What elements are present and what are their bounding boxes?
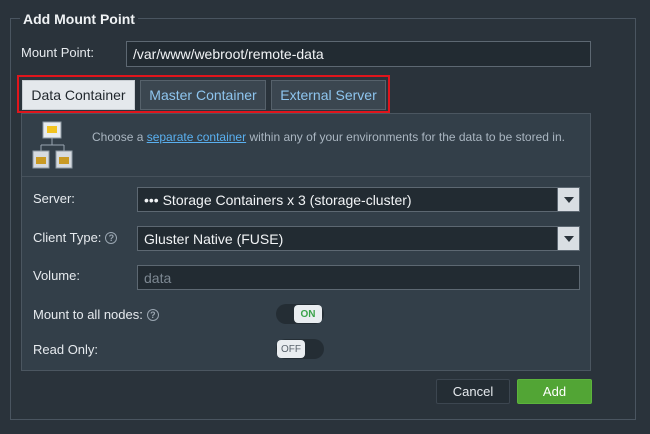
volume-input[interactable]: data (137, 265, 580, 290)
read-only-label: Read Only: (33, 342, 99, 357)
cancel-button[interactable]: Cancel (436, 379, 510, 404)
help-icon[interactable]: ? (146, 309, 159, 321)
server-value: ••• Storage Containers x 3 (storage-clus… (144, 191, 412, 208)
cancel-button-label: Cancel (452, 384, 494, 399)
server-label: Server: (33, 191, 75, 206)
mount-all-label: Mount to all nodes:? (33, 307, 159, 322)
client-type-value: Gluster Native (FUSE) (144, 230, 284, 247)
info-text: Choose a separate container within any o… (92, 129, 572, 146)
client-type-label-text: Client Type: (33, 230, 102, 245)
read-only-toggle[interactable]: OFF (276, 339, 324, 359)
client-type-dropdown-arrow[interactable] (557, 227, 579, 250)
help-icon[interactable]: ? (105, 232, 118, 244)
mount-all-toggle[interactable]: ON (276, 304, 324, 324)
mount-point-input[interactable]: /var/www/webroot/remote-data (126, 41, 591, 67)
server-select[interactable]: ••• Storage Containers x 3 (storage-clus… (137, 187, 580, 212)
client-type-select[interactable]: Gluster Native (FUSE) (137, 226, 580, 251)
tab-data-container[interactable]: Data Container (22, 80, 135, 110)
info-text-before: Choose a (92, 130, 147, 144)
read-only-toggle-state: OFF (277, 340, 305, 358)
mount-all-label-text: Mount to all nodes: (33, 307, 143, 322)
add-button[interactable]: Add (517, 379, 592, 404)
server-dropdown-arrow[interactable] (557, 188, 579, 211)
chevron-down-icon (563, 196, 574, 203)
volume-label: Volume: (33, 268, 80, 283)
mount-all-toggle-state: ON (294, 305, 322, 323)
tab-data-container-label: Data Container (31, 87, 126, 103)
tab-external-server[interactable]: External Server (271, 80, 386, 110)
info-text-after: within any of your environments for the … (246, 130, 565, 144)
tab-master-container-label: Master Container (149, 87, 257, 103)
tab-external-server-label: External Server (280, 87, 377, 103)
separate-container-link[interactable]: separate container (147, 130, 246, 144)
dialog-title: Add Mount Point (20, 10, 138, 28)
tab-master-container[interactable]: Master Container (140, 80, 266, 110)
mount-point-value: /var/www/webroot/remote-data (133, 46, 324, 62)
mount-point-label: Mount Point: (21, 45, 94, 60)
chevron-down-icon (563, 235, 574, 242)
volume-placeholder: data (144, 269, 172, 286)
container-tree-icon (32, 121, 73, 169)
client-type-label: Client Type:? (33, 230, 118, 245)
info-divider (22, 176, 590, 177)
add-button-label: Add (542, 384, 567, 399)
